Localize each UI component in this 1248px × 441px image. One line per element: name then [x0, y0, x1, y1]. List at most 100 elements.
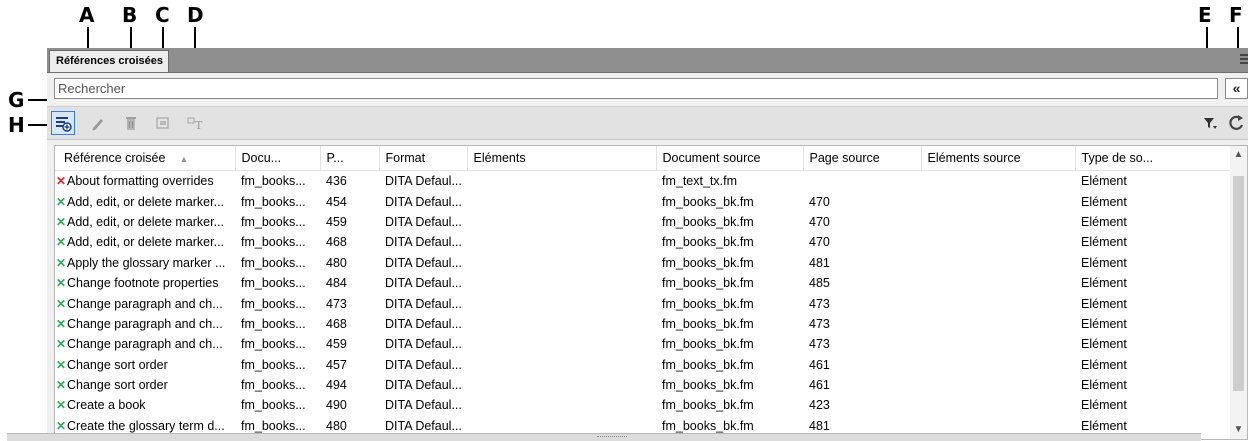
table-row[interactable]: ✕Add, edit, or delete marker... fm_books.…	[55, 232, 1231, 252]
table-cell-page: 480	[326, 255, 347, 270]
table-row[interactable]: ✕Change paragraph and ch... fm_books... 46…	[55, 314, 1231, 334]
svg-text:T: T	[195, 119, 203, 132]
table-cell-elements	[467, 355, 656, 375]
table-cell-doc: fm_books...	[241, 398, 306, 413]
reference-text: Change sort order	[67, 378, 168, 393]
reference-text: Add, edit, or delete marker...	[67, 235, 225, 250]
table-cell-page: 468	[326, 235, 347, 250]
panel-menu-icon[interactable]	[1240, 54, 1248, 66]
col-header-source-elements[interactable]: Eléments source	[921, 146, 1076, 171]
table-cell-page: 436	[326, 174, 347, 189]
col-header-label: Référence croisée	[64, 151, 166, 165]
col-header-reference[interactable]: Référence croisée ▲	[55, 146, 236, 171]
table-cell-src-doc: fm_books_bk.fm	[662, 337, 754, 352]
table-cell-page: 454	[326, 194, 347, 209]
col-header-document[interactable]: Docu...	[235, 146, 321, 171]
tab-cross-references[interactable]: Références croisées	[49, 50, 169, 72]
cross-references-panel: Références croisées «	[47, 48, 1248, 440]
scroll-up-icon[interactable]: ▲	[1230, 146, 1247, 164]
table-cell-src-doc: fm_books_bk.fm	[662, 214, 754, 229]
table-cell-elements	[467, 253, 656, 273]
table-cell-src-page: 423	[809, 398, 830, 413]
table-cell-elements	[467, 232, 656, 252]
text-convert-button[interactable]: T	[184, 111, 208, 135]
col-header-source-type[interactable]: Type de so...	[1075, 146, 1232, 171]
table-cell-doc: fm_books...	[241, 276, 306, 291]
table-cell-src-elements	[921, 334, 1075, 354]
table-cell-doc: fm_books...	[241, 337, 306, 352]
table-cell-elements	[467, 273, 656, 293]
refresh-button[interactable]	[1224, 111, 1248, 135]
table-cell-src-page: 470	[809, 214, 830, 229]
callout-h: H	[8, 113, 25, 137]
table-row[interactable]: ✕Change paragraph and ch... fm_books... 47…	[55, 293, 1231, 313]
table-cell-elements	[467, 375, 656, 395]
vertical-scrollbar[interactable]: ▲ ▼	[1230, 146, 1247, 439]
collapse-search-button[interactable]: «	[1225, 78, 1248, 99]
table-row[interactable]: ✕Apply the glossary marker ... fm_books..…	[55, 253, 1231, 273]
xref-body: ✕About formatting overrides fm_books... 43…	[55, 171, 1231, 437]
table-row[interactable]: ✕Change paragraph and ch... fm_books... 45…	[55, 334, 1231, 354]
table-cell-type: Elément	[1081, 174, 1127, 189]
table-row[interactable]: ✕Change footnote properties fm_books... 48…	[55, 273, 1231, 293]
table-row[interactable]: ✕Change sort order fm_books... 494 DITA Def…	[55, 375, 1231, 395]
edit-button[interactable]	[86, 111, 110, 135]
col-header-source-document[interactable]: Document source	[656, 146, 804, 171]
table-cell-src-elements	[921, 293, 1075, 313]
table-cell-doc: fm_books...	[241, 214, 306, 229]
col-header-source-page[interactable]: Page source	[803, 146, 922, 171]
table-row[interactable]: ✕Add, edit, or delete marker... fm_books.…	[55, 212, 1231, 232]
table-cell-ref: ✕Create a book	[55, 395, 235, 415]
search-input[interactable]	[54, 78, 1218, 99]
toolbar: T	[47, 106, 1248, 140]
table-cell-type: Elément	[1081, 235, 1127, 250]
convert-icon	[156, 117, 169, 129]
reference-text: Apply the glossary marker ...	[67, 255, 226, 270]
scroll-thumb[interactable]	[1233, 176, 1244, 391]
table-row[interactable]: ✕Create a book fm_books... 490 DITA Defaul.…	[55, 395, 1231, 415]
table-cell-elements	[467, 171, 656, 192]
reference-text: Create a book	[67, 398, 146, 413]
reference-text: Change paragraph and ch...	[67, 296, 223, 311]
table-cell-src-elements	[921, 212, 1075, 232]
table-cell-format: DITA Defaul...	[385, 194, 462, 209]
table-cell-src-elements	[921, 273, 1075, 293]
resolved-status-icon: ✕	[56, 194, 67, 209]
scroll-down-icon[interactable]: ▼	[1230, 421, 1247, 439]
cross-references-table: Référence croisée ▲ Docu... P... Format E…	[54, 145, 1248, 440]
table-cell-format: DITA Defaul...	[385, 214, 462, 229]
table-cell-src-page: 461	[809, 378, 830, 393]
convert-button[interactable]	[151, 111, 175, 135]
table-row[interactable]: ✕Change sort order fm_books... 457 DITA Def…	[55, 355, 1231, 375]
table-cell-elements	[467, 314, 656, 334]
table-cell-doc: fm_books...	[241, 378, 306, 393]
resolved-status-icon: ✕	[56, 235, 67, 250]
new-xref-button[interactable]	[51, 111, 75, 135]
tab-strip: Références croisées	[47, 48, 1248, 73]
table-cell-doc: fm_books...	[241, 316, 306, 331]
table-cell-ref: ✕Change sort order	[55, 355, 235, 375]
table-cell-format: DITA Defaul...	[385, 235, 462, 250]
callout-g: G	[8, 88, 25, 112]
table-cell-src-doc: fm_books_bk.fm	[662, 357, 754, 372]
table-cell-type: Elément	[1081, 276, 1127, 291]
text-convert-icon: T	[187, 117, 203, 132]
resolved-status-icon: ✕	[56, 337, 67, 352]
table-row[interactable]: ✕About formatting overrides fm_books... 43…	[55, 171, 1231, 192]
reference-text: About formatting overrides	[67, 174, 214, 189]
table-cell-src-page: 473	[809, 296, 830, 311]
table-row[interactable]: ✕Add, edit, or delete marker... fm_books.…	[55, 191, 1231, 211]
table-cell-src-doc: fm_books_bk.fm	[662, 378, 754, 393]
col-header-page[interactable]: P...	[320, 146, 380, 171]
reference-text: Create the glossary term d...	[67, 418, 225, 433]
reference-text: Change paragraph and ch...	[67, 337, 223, 352]
table-cell-src-doc: fm_books_bk.fm	[662, 235, 754, 250]
col-header-elements[interactable]: Eléments	[467, 146, 657, 171]
col-header-format[interactable]: Format	[379, 146, 468, 171]
table-cell-doc: fm_books...	[241, 174, 306, 189]
delete-button[interactable]	[119, 111, 143, 135]
table-cell-src-doc: fm_books_bk.fm	[662, 255, 754, 270]
table-cell-src-elements	[921, 314, 1075, 334]
table-cell-src-doc: fm_books_bk.fm	[662, 398, 754, 413]
filter-button[interactable]	[1198, 111, 1222, 135]
